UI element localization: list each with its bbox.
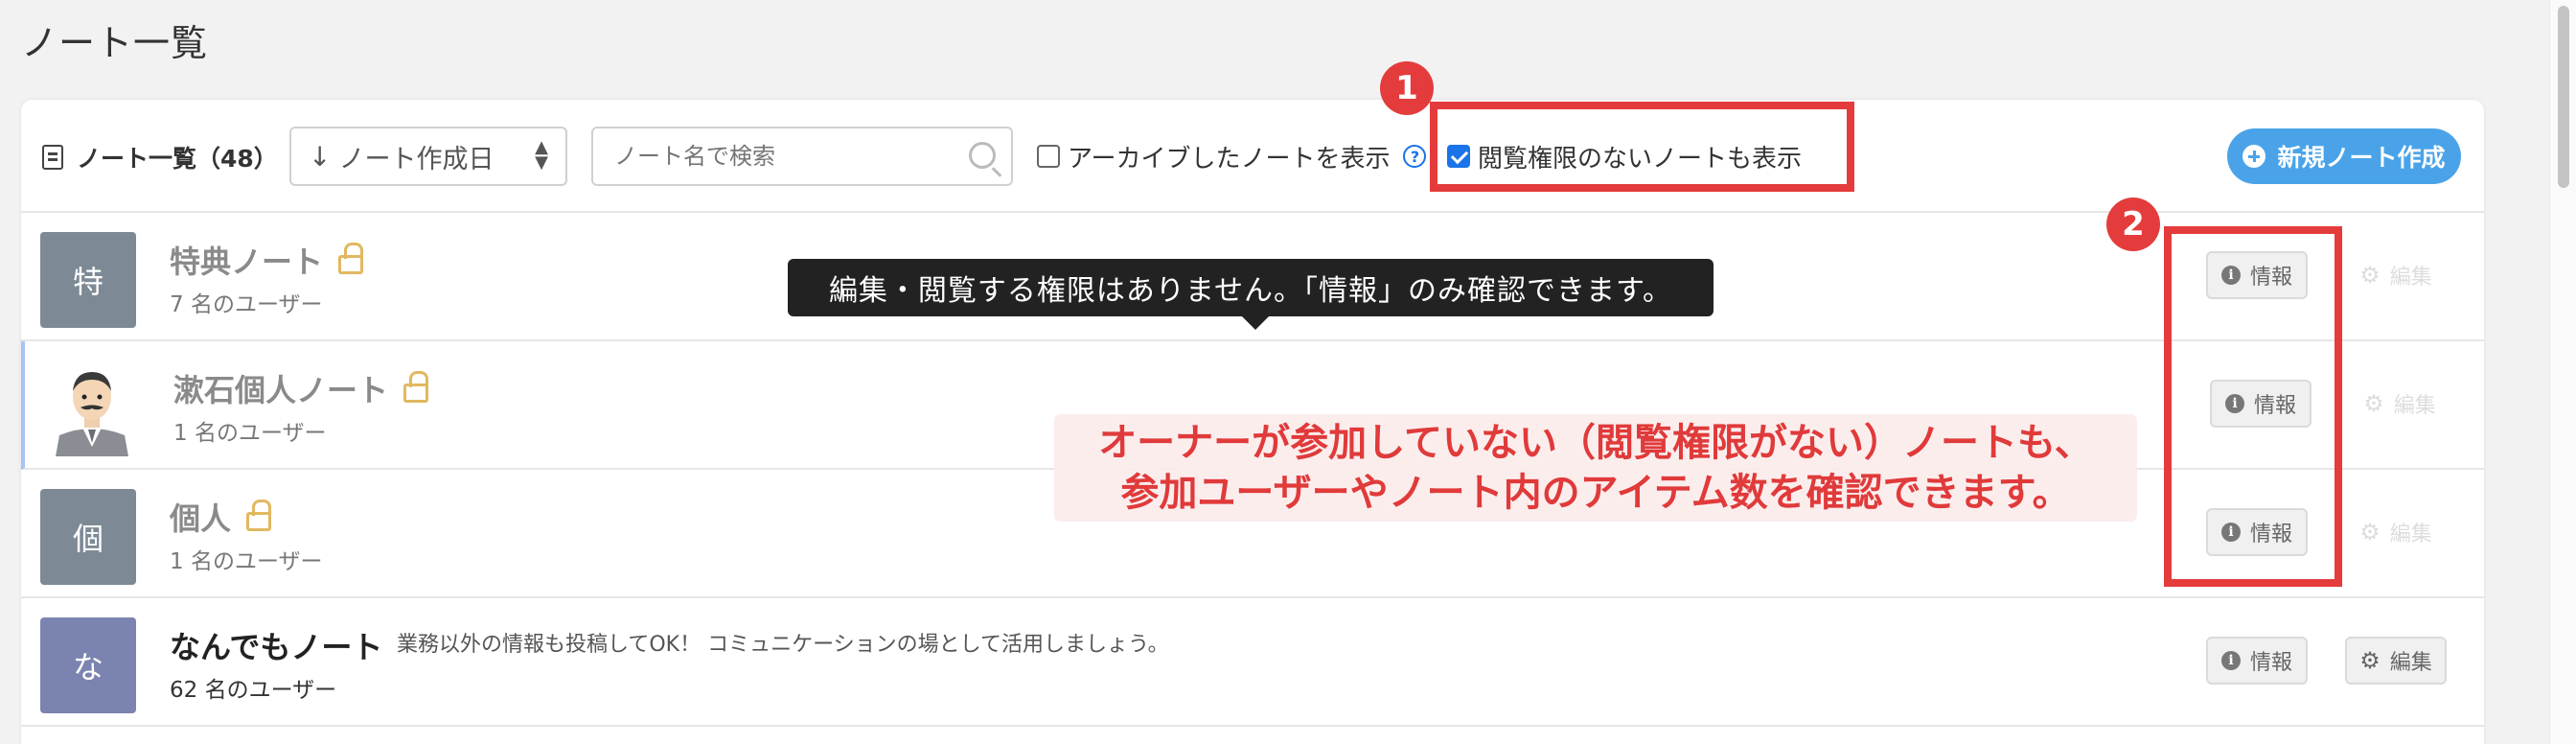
note-avatar-portrait xyxy=(44,360,140,456)
note-description: 業務以外の情報も投稿してOK！ コミュニケーションの場として活用しましょう。 xyxy=(397,633,1169,657)
note-users: 62 名のユーザー xyxy=(170,678,337,703)
edit-label: 編集 xyxy=(2389,523,2432,546)
portrait-image xyxy=(56,372,128,456)
search-input[interactable] xyxy=(614,143,959,170)
step-badge-1: 1 xyxy=(1380,61,1434,115)
search-icon[interactable] xyxy=(969,142,996,169)
note-name[interactable]: 漱石個人ノート xyxy=(173,366,429,410)
note-name-text: 特典ノート xyxy=(170,244,324,280)
edit-label: 編集 xyxy=(2389,651,2432,675)
page-title: ノート一覧 xyxy=(21,22,209,64)
edit-button-disabled: ⚙ 編集 xyxy=(2349,380,2450,428)
callout-line-1: オーナーが参加していない（閲覧権限がない）ノートも、 xyxy=(1098,421,2093,465)
note-name-text: なんでもノート xyxy=(170,629,383,665)
archive-label: アーカイブしたノートを表示 xyxy=(1068,144,1391,174)
edit-label: 編集 xyxy=(2393,394,2436,418)
edit-button[interactable]: ⚙ 編集 xyxy=(2345,637,2447,685)
help-icon[interactable]: ? xyxy=(1403,145,1427,168)
scrollbar[interactable] xyxy=(2549,0,2576,744)
gear-icon: ⚙ xyxy=(2359,647,2380,674)
notebook-icon xyxy=(42,145,63,170)
sort-arrow-icon: ↓ xyxy=(309,140,332,173)
archive-toggle[interactable]: アーカイブしたノートを表示 ? xyxy=(1037,140,1427,174)
note-avatar: 特 xyxy=(40,232,136,328)
gear-icon: ⚙ xyxy=(2363,390,2384,417)
callout-line-2: 参加ユーザーやノート内のアイテム数を確認できます。 xyxy=(1120,471,2071,515)
note-name[interactable]: なんでもノート xyxy=(170,623,382,667)
note-users: 1 名のユーザー xyxy=(170,549,323,574)
toolbar: ノート一覧（48） ↓ ノート作成日 ▲▼ アーカイブしたノートを表示 ? 閲覧… xyxy=(21,100,2484,213)
note-avatar: な xyxy=(40,617,136,713)
new-note-button[interactable]: 新規ノート作成 xyxy=(2227,128,2461,184)
note-avatar: 個 xyxy=(40,489,136,585)
edit-button-disabled: ⚙ 編集 xyxy=(2345,508,2447,556)
highlight-box-1 xyxy=(1430,102,1854,192)
sort-select[interactable]: ↓ ノート作成日 ▲ ▼ xyxy=(289,127,567,186)
scrollbar-thumb[interactable] xyxy=(2558,6,2569,188)
note-users: 7 名のユーザー xyxy=(170,292,323,317)
note-name[interactable]: 個人 xyxy=(170,495,272,539)
step-badge-2: 2 xyxy=(2106,198,2160,251)
edit-button-disabled: ⚙ 編集 xyxy=(2345,251,2447,299)
note-users: 1 名のユーザー xyxy=(173,421,327,446)
archive-checkbox[interactable] xyxy=(1037,145,1060,168)
edit-label: 編集 xyxy=(2389,266,2432,290)
highlight-box-2 xyxy=(2164,226,2342,587)
note-row[interactable]: な なんでもノート 業務以外の情報も投稿してOK！ コミュニケーションの場として… xyxy=(21,598,2484,727)
lock-icon xyxy=(403,371,429,403)
info-icon: i xyxy=(2220,651,2241,670)
updown-chevron-icon: ▲ ▼ xyxy=(535,137,548,173)
info-button[interactable]: i 情報 xyxy=(2206,637,2308,685)
plus-circle-icon xyxy=(2242,145,2266,168)
new-note-label: 新規ノート作成 xyxy=(2277,144,2446,172)
search-box xyxy=(591,127,1013,186)
info-label: 情報 xyxy=(2249,651,2292,675)
note-name-text: 漱石個人ノート xyxy=(173,372,389,408)
lock-icon xyxy=(246,500,272,531)
annotation-callout: オーナーが参加していない（閲覧権限がない）ノートも、 参加ユーザーやノート内のア… xyxy=(1054,414,2137,522)
lock-icon xyxy=(338,243,364,274)
list-title-text: ノート一覧（48） xyxy=(77,145,278,173)
sort-label: ノート作成日 xyxy=(338,144,494,174)
gear-icon: ⚙ xyxy=(2359,519,2380,546)
note-name-text: 個人 xyxy=(170,500,232,537)
permission-tooltip: 編集・閲覧する権限はありません。「情報」のみ確認できます。 xyxy=(788,259,1714,330)
gear-icon: ⚙ xyxy=(2359,262,2380,289)
list-title: ノート一覧（48） xyxy=(42,138,278,176)
note-name[interactable]: 特典ノート xyxy=(170,238,364,282)
